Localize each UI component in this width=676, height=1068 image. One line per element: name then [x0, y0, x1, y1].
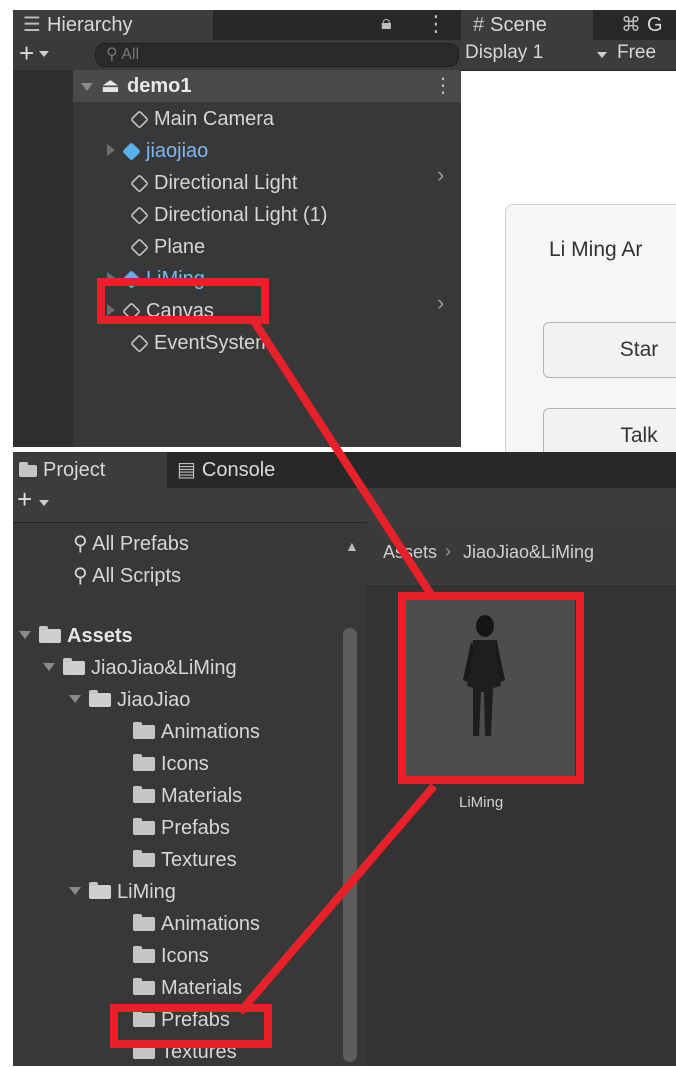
annotation-overlay — [236, 315, 438, 1015]
annotation-box-prefabs-folder — [110, 1004, 272, 1048]
annotation-box-hierarchy-liming — [97, 278, 269, 324]
annotation-box-prefab-asset — [398, 592, 584, 784]
annotation-connector-top — [248, 315, 436, 599]
annotation-connector-bottom — [236, 783, 438, 1015]
